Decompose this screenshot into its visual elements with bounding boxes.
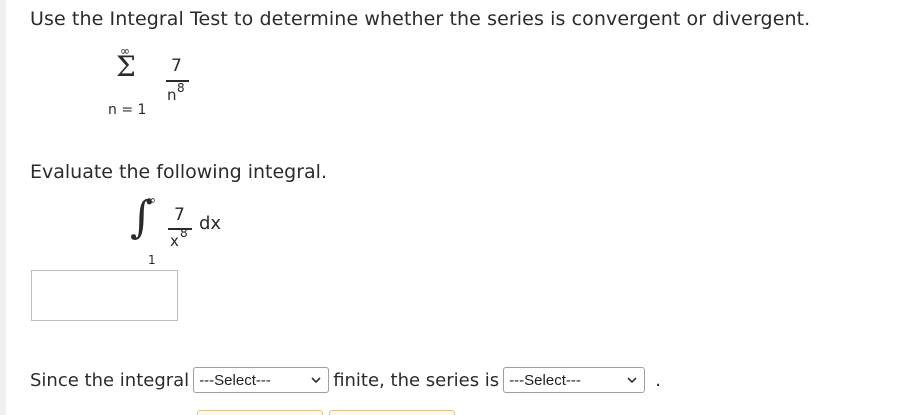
integral-answer-input[interactable] — [31, 270, 178, 321]
series-denominator-exponent: 8 — [177, 81, 185, 95]
left-margin-rule — [0, 0, 6, 415]
select-2-value: ---Select--- — [509, 371, 581, 389]
select-1-value: ---Select--- — [199, 371, 271, 389]
question-text: Use the Integral Test to determine wheth… — [30, 8, 811, 30]
series-numerator: 7 — [171, 56, 182, 76]
series-result-select[interactable]: ---Select--- — [503, 367, 646, 393]
integral-denominator-exponent: 8 — [180, 226, 188, 240]
conclusion-sentence: Since the integral ---Select--- finite, … — [30, 366, 661, 394]
chevron-down-icon — [311, 377, 321, 384]
integral-lower-limit: 1 — [148, 253, 156, 267]
series-denominator-base: n — [167, 86, 177, 104]
submit-button-partial[interactable] — [197, 410, 323, 415]
series-lower-limit: n = 1 — [108, 102, 147, 118]
chevron-down-icon — [627, 377, 637, 384]
sigma-symbol: Σ — [116, 50, 136, 83]
integral-numerator: 7 — [174, 205, 185, 225]
sentence-part-1: Since the integral — [30, 369, 190, 391]
integral-finite-select[interactable]: ---Select--- — [193, 367, 330, 393]
sentence-end: . — [655, 369, 661, 391]
evaluate-prompt: Evaluate the following integral. — [30, 161, 328, 183]
next-button-partial[interactable] — [329, 410, 455, 415]
integral-upper-limit: ∞ — [146, 193, 156, 207]
sentence-part-2: finite, the series is — [333, 369, 500, 391]
integral-denominator-base: x — [170, 232, 179, 250]
integral-differential: dx — [199, 213, 222, 234]
